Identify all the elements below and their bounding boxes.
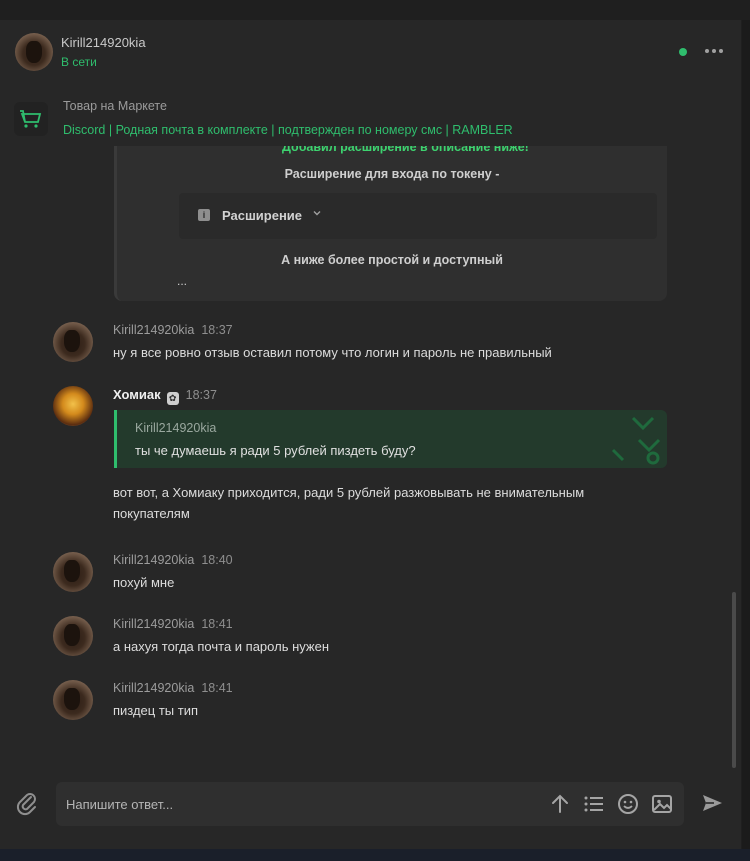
verified-badge-icon: ✿ [166,392,179,405]
contact-name[interactable]: Kirill214920kia [61,35,146,50]
reply-decoration-icon [587,410,667,468]
top-strip [0,0,750,20]
quoted-reply[interactable]: Kirill214920kia ты че думаешь я ради 5 р… [114,410,667,468]
market-item-banner: Товар на Маркете Discord | Родная почта … [0,90,742,146]
message-time: 18:37 [185,388,217,402]
sender-name[interactable]: Kirill214920kia [113,323,194,337]
emoji-icon[interactable] [616,792,640,816]
more-horizontal-icon[interactable] [703,42,725,60]
sender-name[interactable]: Хомиак [113,387,161,402]
message-header: Kirill214920kia 18:37 [113,323,233,337]
message-text: пиздец ты тип [113,703,199,718]
message-header: Kirill214920kia 18:41 [113,617,233,631]
sender-name[interactable]: Kirill214920kia [113,553,194,567]
arrow-up-icon[interactable] [548,792,572,816]
product-description-card: Добавил расширение в описание ниже! Расш… [114,146,667,301]
avatar[interactable] [53,616,93,656]
message-header: Kirill214920kia 18:41 [113,681,233,695]
card-ellipsis: ... [177,274,188,288]
sender-name[interactable]: Kirill214920kia [113,617,194,631]
online-status: В сети [61,55,97,69]
message-time: 18:40 [201,553,233,567]
extension-spoiler[interactable]: i Расширение [179,193,657,239]
message-composer [56,782,684,826]
card-text-main: Расширение для входа по токену - [284,167,500,181]
list-format-icon[interactable] [582,792,606,816]
reply-text: ты че думаешь я ради 5 рублей пиздеть бу… [135,443,416,458]
chat-header: Kirill214920kia В сети [0,20,742,86]
chat-window: Kirill214920kia В сети Товар на Маркете … [0,20,742,849]
extension-label: Расширение [222,208,303,223]
avatar[interactable] [53,552,93,592]
avatar[interactable] [53,386,93,426]
card-text: Расширение для входа по токену - [117,167,667,181]
market-item-link[interactable]: Discord | Родная почта в комплекте | под… [63,123,513,137]
paperclip-icon[interactable] [14,790,40,816]
card-text-secondary: А ниже более простой и доступный [281,253,503,267]
sender-name[interactable]: Kirill214920kia [113,681,194,695]
chevron-down-icon [312,208,322,221]
message-text: ну я все ровно отзыв оставил потому что … [113,345,552,360]
message-header: Хомиак ✿ 18:37 [113,387,217,405]
send-icon[interactable] [700,791,724,815]
message-time: 18:37 [201,323,233,337]
bottom-strip [0,849,750,861]
message-time: 18:41 [201,617,233,631]
message-text: а нахуя тогда почта и пароль нужен [113,639,330,654]
message-text: похуй мне [113,575,175,590]
scrollbar-thumb[interactable] [732,592,736,768]
avatar[interactable] [53,322,93,362]
message-text: вот вот, а Хомиаку приходится, ради 5 ру… [113,485,585,521]
message-header: Kirill214920kia 18:40 [113,553,233,567]
message-time: 18:41 [201,681,233,695]
image-icon[interactable] [650,792,674,816]
market-cart-icon [14,102,48,136]
avatar[interactable] [15,33,53,71]
card-highlight-text: Добавил расширение в описание ниже! [282,146,529,154]
online-indicator [679,48,687,56]
avatar[interactable] [53,680,93,720]
info-icon: i [198,209,210,221]
market-label: Товар на Маркете [63,99,167,113]
message-input[interactable] [66,794,536,814]
reply-author: Kirill214920kia [135,421,217,435]
